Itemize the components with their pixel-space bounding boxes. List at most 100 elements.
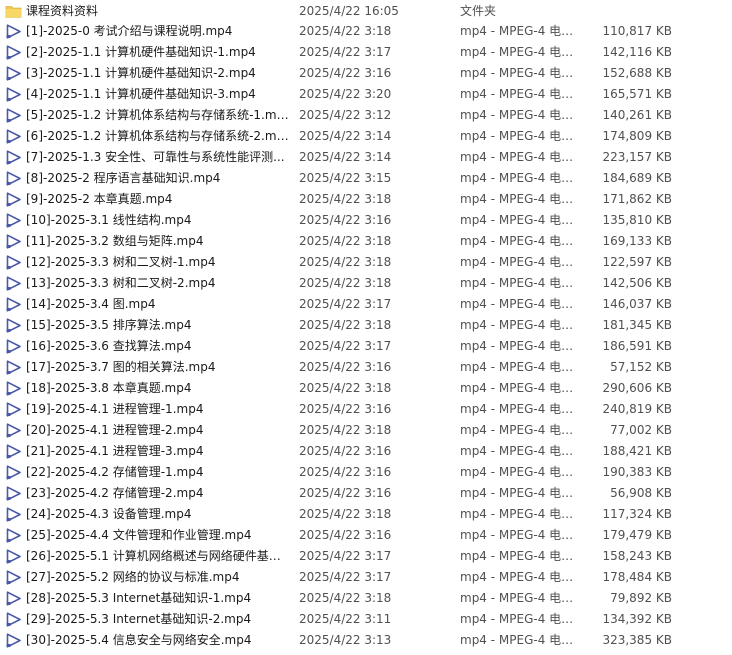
date-modified: 2025/4/22 3:16 — [299, 360, 392, 374]
date-modified: 2025/4/22 3:14 — [299, 129, 392, 143]
file-size: 178,484 KB — [602, 570, 672, 584]
video-file-icon — [5, 339, 22, 354]
date-modified: 2025/4/22 3:17 — [299, 45, 392, 59]
file-name: [22]-2025-4.2 存储管理-1.mp4 — [26, 465, 204, 479]
file-type: mp4 - MPEG-4 电影... — [460, 276, 578, 290]
folder-row[interactable]: 课程资料资料 2025/4/22 16:05 文件夹 — [0, 1, 732, 21]
file-row[interactable]: [6]-2025-1.2 计算机体系结构与存储系统-2.mp4 2025/4/22… — [0, 126, 732, 147]
file-size: 179,479 KB — [602, 528, 672, 542]
file-row[interactable]: [30]-2025-5.4 信息安全与网络安全.mp4 2025/4/22 3:1… — [0, 630, 732, 651]
file-row[interactable]: [13]-2025-3.3 树和二叉树-2.mp4 2025/4/22 3:18 m… — [0, 273, 732, 294]
file-type: mp4 - MPEG-4 电影... — [460, 66, 578, 80]
date-modified: 2025/4/22 3:16 — [299, 486, 392, 500]
video-file-icon — [5, 444, 22, 459]
file-type: mp4 - MPEG-4 电影... — [460, 633, 578, 647]
date-modified: 2025/4/22 3:18 — [299, 507, 392, 521]
file-name: [9]-2025-2 本章真题.mp4 — [26, 192, 173, 206]
file-type: mp4 - MPEG-4 电影... — [460, 45, 578, 59]
date-modified: 2025/4/22 3:20 — [299, 87, 392, 101]
file-size: 188,421 KB — [602, 444, 672, 458]
file-row[interactable]: [22]-2025-4.2 存储管理-1.mp4 2025/4/22 3:16 mp… — [0, 462, 732, 483]
video-file-icon — [5, 297, 22, 312]
file-type: mp4 - MPEG-4 电影... — [460, 234, 578, 248]
file-row[interactable]: [24]-2025-4.3 设备管理.mp4 2025/4/22 3:18 mp4 … — [0, 504, 732, 525]
date-modified: 2025/4/22 3:13 — [299, 633, 392, 647]
file-row[interactable]: [8]-2025-2 程序语言基础知识.mp4 2025/4/22 3:15 mp4… — [0, 168, 732, 189]
file-row[interactable]: [29]-2025-5.3 Internet基础知识-2.mp4 2025/4/2… — [0, 609, 732, 630]
file-row[interactable]: [12]-2025-3.3 树和二叉树-1.mp4 2025/4/22 3:18 m… — [0, 252, 732, 273]
file-row[interactable]: [5]-2025-1.2 计算机体系结构与存储系统-1.mp4 2025/4/22… — [0, 105, 732, 126]
file-size: 240,819 KB — [602, 402, 672, 416]
file-row[interactable]: [3]-2025-1.1 计算机硬件基础知识-2.mp4 2025/4/22 3:… — [0, 63, 732, 84]
file-size: 190,383 KB — [602, 465, 672, 479]
file-name: [25]-2025-4.4 文件管理和作业管理.mp4 — [26, 528, 252, 542]
folder-icon — [5, 4, 22, 19]
file-type: mp4 - MPEG-4 电影... — [460, 423, 578, 437]
video-file-icon — [5, 87, 22, 102]
file-row[interactable]: [27]-2025-5.2 网络的协议与标准.mp4 2025/4/22 3:17… — [0, 567, 732, 588]
file-row[interactable]: [9]-2025-2 本章真题.mp4 2025/4/22 3:18 mp4 - M… — [0, 189, 732, 210]
video-file-icon — [5, 570, 22, 585]
file-row[interactable]: [10]-2025-3.1 线性结构.mp4 2025/4/22 3:16 mp4 … — [0, 210, 732, 231]
file-row[interactable]: [18]-2025-3.8 本章真题.mp4 2025/4/22 3:18 mp4 … — [0, 378, 732, 399]
file-type: mp4 - MPEG-4 电影... — [460, 612, 578, 626]
file-name: [27]-2025-5.2 网络的协议与标准.mp4 — [26, 570, 240, 584]
file-size: 122,597 KB — [602, 255, 672, 269]
file-row[interactable]: [20]-2025-4.1 进程管理-2.mp4 2025/4/22 3:18 mp… — [0, 420, 732, 441]
file-size: 181,345 KB — [602, 318, 672, 332]
file-type: mp4 - MPEG-4 电影... — [460, 108, 578, 122]
file-name: [4]-2025-1.1 计算机硬件基础知识-3.mp4 — [26, 87, 256, 101]
date-modified: 2025/4/22 3:12 — [299, 108, 392, 122]
file-type: mp4 - MPEG-4 电影... — [460, 402, 578, 416]
file-row[interactable]: [14]-2025-3.4 图.mp4 2025/4/22 3:17 mp4 - M… — [0, 294, 732, 315]
file-name: [21]-2025-4.1 进程管理-3.mp4 — [26, 444, 204, 458]
file-name: [17]-2025-3.7 图的相关算法.mp4 — [26, 360, 216, 374]
file-row[interactable]: [7]-2025-1.3 安全性、可靠性与系统性能评测... 2025/4/22 … — [0, 147, 732, 168]
file-size: 79,892 KB — [610, 591, 672, 605]
file-row[interactable]: [26]-2025-5.1 计算机网络概述与网络硬件基础... 2025/4/22… — [0, 546, 732, 567]
file-name: [11]-2025-3.2 数组与矩阵.mp4 — [26, 234, 204, 248]
file-row[interactable]: [11]-2025-3.2 数组与矩阵.mp4 2025/4/22 3:18 mp4… — [0, 231, 732, 252]
file-row[interactable]: [4]-2025-1.1 计算机硬件基础知识-3.mp4 2025/4/22 3:… — [0, 84, 732, 105]
file-row[interactable]: [28]-2025-5.3 Internet基础知识-1.mp4 2025/4/2… — [0, 588, 732, 609]
file-row[interactable]: [16]-2025-3.6 查找算法.mp4 2025/4/22 3:17 mp4 … — [0, 336, 732, 357]
file-row[interactable]: [15]-2025-3.5 排序算法.mp4 2025/4/22 3:18 mp4 … — [0, 315, 732, 336]
file-row[interactable]: [21]-2025-4.1 进程管理-3.mp4 2025/4/22 3:16 mp… — [0, 441, 732, 462]
file-name: [19]-2025-4.1 进程管理-1.mp4 — [26, 402, 204, 416]
file-name: [23]-2025-4.2 存储管理-2.mp4 — [26, 486, 204, 500]
file-row[interactable]: [17]-2025-3.7 图的相关算法.mp4 2025/4/22 3:16 mp… — [0, 357, 732, 378]
file-size: 165,571 KB — [602, 87, 672, 101]
file-name: [30]-2025-5.4 信息安全与网络安全.mp4 — [26, 633, 252, 647]
video-file-icon — [5, 423, 22, 438]
file-row[interactable]: [2]-2025-1.1 计算机硬件基础知识-1.mp4 2025/4/22 3:… — [0, 42, 732, 63]
video-file-icon — [5, 507, 22, 522]
file-row[interactable]: [23]-2025-4.2 存储管理-2.mp4 2025/4/22 3:16 mp… — [0, 483, 732, 504]
file-type: mp4 - MPEG-4 电影... — [460, 192, 578, 206]
file-row[interactable]: [1]-2025-0 考试介绍与课程说明.mp4 2025/4/22 3:18 mp… — [0, 21, 732, 42]
date-modified: 2025/4/22 3:16 — [299, 444, 392, 458]
file-size: 186,591 KB — [602, 339, 672, 353]
file-size: 117,324 KB — [602, 507, 672, 521]
file-size: 140,261 KB — [602, 108, 672, 122]
file-type: mp4 - MPEG-4 电影... — [460, 465, 578, 479]
video-file-icon — [5, 24, 22, 39]
file-type: mp4 - MPEG-4 电影... — [460, 381, 578, 395]
video-file-icon — [5, 381, 22, 396]
file-type: mp4 - MPEG-4 电影... — [460, 213, 578, 227]
date-modified: 2025/4/22 3:18 — [299, 381, 392, 395]
video-file-icon — [5, 108, 22, 123]
file-name: [5]-2025-1.2 计算机体系结构与存储系统-1.mp4 — [26, 108, 291, 122]
date-modified: 2025/4/22 3:18 — [299, 318, 392, 332]
file-size: 223,157 KB — [602, 150, 672, 164]
date-modified: 2025/4/22 3:18 — [299, 234, 392, 248]
file-size: 158,243 KB — [602, 549, 672, 563]
file-type: mp4 - MPEG-4 电影... — [460, 339, 578, 353]
date-modified: 2025/4/22 3:17 — [299, 339, 392, 353]
file-row[interactable]: [25]-2025-4.4 文件管理和作业管理.mp4 2025/4/22 3:1… — [0, 525, 732, 546]
file-size: 171,862 KB — [602, 192, 672, 206]
file-type: mp4 - MPEG-4 电影... — [460, 570, 578, 584]
file-name: [16]-2025-3.6 查找算法.mp4 — [26, 339, 192, 353]
date-modified: 2025/4/22 3:16 — [299, 213, 392, 227]
file-row[interactable]: [19]-2025-4.1 进程管理-1.mp4 2025/4/22 3:16 mp… — [0, 399, 732, 420]
file-name: [13]-2025-3.3 树和二叉树-2.mp4 — [26, 276, 216, 290]
